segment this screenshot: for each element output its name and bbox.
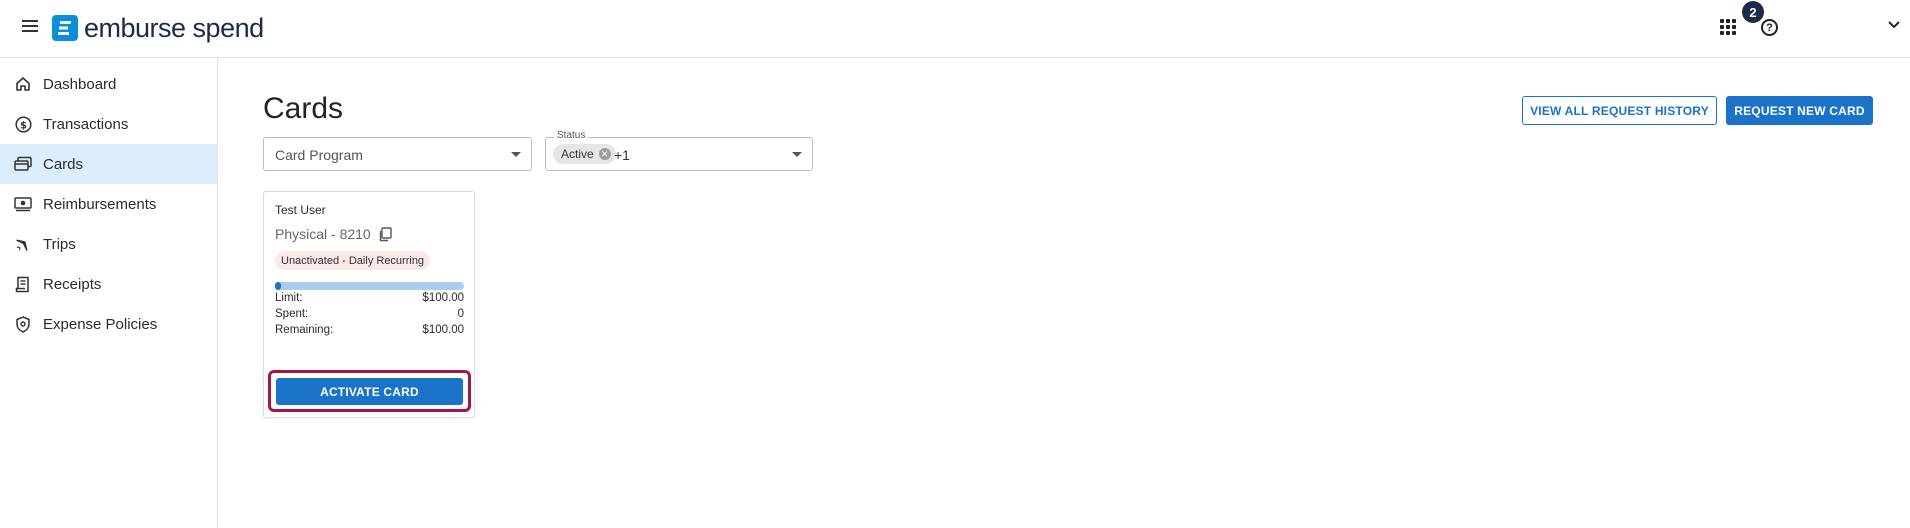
apps-grid-icon[interactable] <box>1720 19 1738 37</box>
status-select[interactable]: Status Active ✕ +1 <box>545 130 813 171</box>
cards-icon <box>14 155 32 173</box>
spent-row: Spent: 0 <box>275 308 464 320</box>
sidebar-item-dashboard[interactable]: Dashboard <box>0 64 217 104</box>
sidebar-item-cards[interactable]: Cards <box>0 144 217 184</box>
limit-label: Limit: <box>275 292 303 304</box>
sidebar-item-label: Expense Policies <box>43 315 158 333</box>
status-chip-active[interactable]: Active ✕ <box>553 144 616 164</box>
receipt-icon <box>14 275 32 293</box>
chip-remove-icon[interactable]: ✕ <box>598 148 611 160</box>
remaining-row: Remaining: $100.00 <box>275 324 464 336</box>
page-title: Cards <box>263 92 344 125</box>
spend-progress-bar <box>275 282 464 290</box>
hamburger-menu-icon[interactable] <box>20 17 40 37</box>
remaining-label: Remaining: <box>275 324 334 336</box>
limit-row: Limit: $100.00 <box>275 292 464 304</box>
shield-icon <box>14 315 32 333</box>
card-program-select[interactable]: Card Program <box>263 137 532 171</box>
dollar-circle-icon: $ <box>14 115 32 133</box>
card-type: Physical - 8210 <box>275 226 371 242</box>
cash-icon <box>14 195 32 213</box>
sidebar-item-trips[interactable]: Trips <box>0 224 217 264</box>
sidebar-item-label: Transactions <box>43 115 129 133</box>
copy-icon[interactable] <box>378 227 392 242</box>
logo[interactable]: emburse spend <box>52 13 264 43</box>
sidebar-item-label: Reimbursements <box>43 195 157 213</box>
status-more-count: +1 <box>614 147 630 163</box>
home-icon <box>14 75 32 93</box>
sidebar-item-label: Dashboard <box>43 75 117 93</box>
card-user-name: Test User <box>275 203 326 217</box>
help-icon[interactable]: ? <box>1761 19 1778 36</box>
top-bar: emburse spend 2 ? <box>0 0 1910 58</box>
activate-card-button[interactable]: ACTIVATE CARD <box>276 378 463 405</box>
remaining-value: $100.00 <box>422 324 464 336</box>
status-chip-label: Active <box>561 147 594 161</box>
sidebar: Dashboard $ Transactions Cards Reimburse… <box>0 58 218 528</box>
dropdown-arrow-icon <box>792 152 802 157</box>
activate-card-highlight: ACTIVATE CARD <box>268 370 471 412</box>
sidebar-item-transactions[interactable]: $ Transactions <box>0 104 217 144</box>
view-all-request-history-button[interactable]: VIEW ALL REQUEST HISTORY <box>1522 96 1717 125</box>
chevron-down-icon[interactable] <box>1887 18 1901 32</box>
dropdown-arrow-icon <box>511 152 521 157</box>
emburse-logo-icon <box>52 15 78 41</box>
sidebar-item-label: Receipts <box>43 275 102 293</box>
spent-value: 0 <box>457 308 464 320</box>
limit-value: $100.00 <box>422 292 464 304</box>
request-new-card-button[interactable]: REQUEST NEW CARD <box>1726 96 1873 125</box>
notification-badge[interactable]: 2 <box>1742 1 1764 23</box>
spend-progress-fill <box>275 282 281 290</box>
spent-label: Spent: <box>275 308 309 320</box>
svg-text:$: $ <box>20 120 27 131</box>
status-label: Status <box>554 130 589 141</box>
card-status-badge: Unactivated - Daily Recurring <box>275 251 431 270</box>
sidebar-item-label: Cards <box>43 155 84 173</box>
sidebar-item-receipts[interactable]: Receipts <box>0 264 217 304</box>
logo-text: emburse spend <box>84 12 264 43</box>
card-program-placeholder: Card Program <box>275 147 363 163</box>
airplane-icon <box>14 235 32 253</box>
sidebar-item-expense-policies[interactable]: Expense Policies <box>0 304 217 344</box>
card-tile[interactable]: Test User Physical - 8210 Unactivated - … <box>263 191 475 418</box>
sidebar-item-label: Trips <box>43 235 76 253</box>
sidebar-item-reimbursements[interactable]: Reimbursements <box>0 184 217 224</box>
